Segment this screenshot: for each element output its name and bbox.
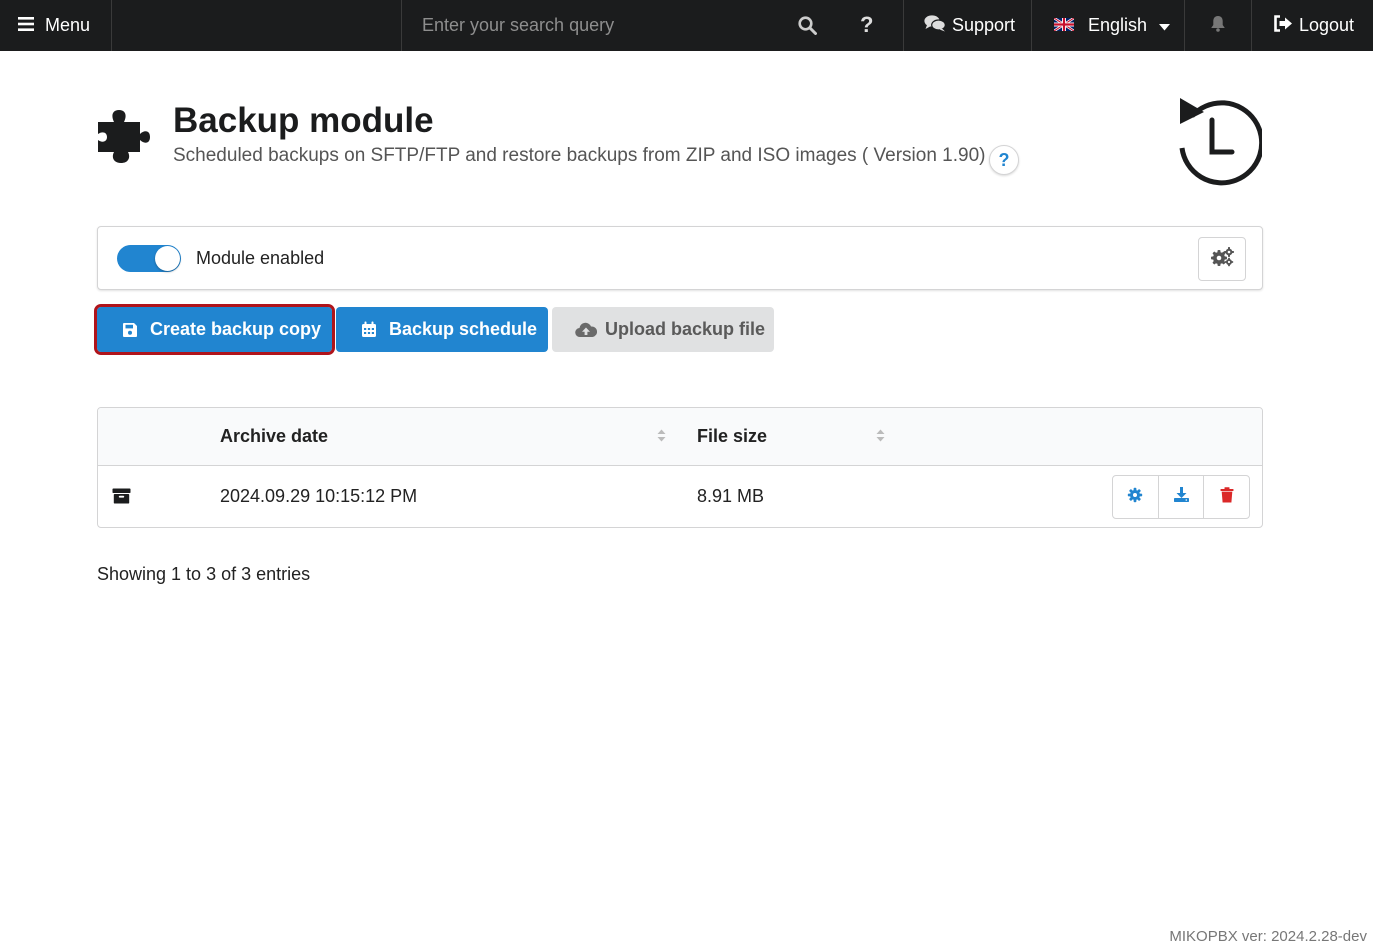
save-icon bbox=[122, 322, 138, 338]
support-label: Support bbox=[952, 15, 1016, 35]
module-enabled-toggle[interactable] bbox=[117, 245, 181, 272]
create-backup-button[interactable]: Create backup copy bbox=[94, 304, 335, 355]
caret-down-icon bbox=[1159, 15, 1171, 36]
puzzle-icon bbox=[97, 108, 159, 169]
restore-button[interactable] bbox=[1113, 476, 1159, 518]
cogs-icon bbox=[1210, 246, 1234, 272]
sign-out-icon bbox=[1273, 14, 1293, 37]
sort-icon[interactable] bbox=[876, 429, 885, 447]
table-header: Archive date File size bbox=[98, 408, 1262, 466]
delete-button[interactable] bbox=[1204, 476, 1249, 518]
support-button[interactable]: Support bbox=[904, 0, 1032, 51]
logout-button[interactable]: Logout bbox=[1252, 0, 1373, 51]
row-actions bbox=[1112, 475, 1250, 519]
entries-info: Showing 1 to 3 of 3 entries bbox=[97, 564, 311, 584]
cog-icon bbox=[1127, 487, 1143, 508]
flag-uk-icon bbox=[1053, 15, 1075, 36]
search-icon[interactable] bbox=[798, 16, 817, 40]
backup-schedule-label: Backup schedule bbox=[389, 319, 538, 339]
create-backup-label: Create backup copy bbox=[150, 319, 322, 339]
notifications-button[interactable] bbox=[1185, 0, 1252, 51]
download-icon bbox=[1173, 486, 1190, 508]
cloud-upload-icon bbox=[575, 322, 597, 338]
archive-date-cell: 2024.09.29 10:15:12 PM bbox=[220, 486, 418, 506]
comments-icon bbox=[924, 14, 946, 37]
menu-button[interactable]: Menu bbox=[0, 0, 112, 51]
page-title: Backup module bbox=[173, 101, 434, 140]
file-size-cell: 8.91 MB bbox=[697, 486, 765, 506]
language-dropdown[interactable]: English bbox=[1032, 0, 1185, 51]
download-button[interactable] bbox=[1159, 476, 1205, 518]
page-subtitle: Scheduled backups on SFTP/FTP and restor… bbox=[173, 145, 986, 166]
column-file-size[interactable]: File size bbox=[697, 426, 767, 447]
topbar-spacer bbox=[112, 0, 402, 51]
search-area: ? bbox=[402, 0, 904, 51]
question-icon[interactable]: ? bbox=[860, 12, 873, 38]
module-status-segment: Module enabled bbox=[97, 226, 1263, 290]
backups-table: Archive date File size 2024.09.29 10:15:… bbox=[97, 407, 1263, 528]
calendar-icon bbox=[361, 321, 377, 338]
module-help-button[interactable]: ? bbox=[989, 145, 1019, 175]
bell-icon bbox=[1210, 15, 1226, 37]
upload-backup-button[interactable]: Upload backup file bbox=[552, 307, 774, 352]
upload-backup-label: Upload backup file bbox=[605, 319, 766, 339]
search-input[interactable] bbox=[422, 15, 772, 36]
table-row: 2024.09.29 10:15:12 PM 8.91 MB bbox=[98, 466, 1262, 527]
trash-icon bbox=[1220, 486, 1234, 508]
backup-schedule-button[interactable]: Backup schedule bbox=[336, 307, 548, 352]
sort-icon[interactable] bbox=[657, 429, 666, 447]
bars-icon bbox=[18, 15, 34, 36]
column-archive-date[interactable]: Archive date bbox=[220, 426, 328, 447]
top-menu-bar: Menu ? Support English Logout bbox=[0, 0, 1373, 51]
module-settings-button[interactable] bbox=[1198, 237, 1246, 281]
version-label: MIKOPBX ver: 2024.2.28-dev bbox=[1169, 928, 1367, 945]
history-icon bbox=[1166, 94, 1265, 197]
language-label: English bbox=[1088, 15, 1148, 35]
module-enabled-label: Module enabled bbox=[196, 248, 325, 268]
archive-icon bbox=[112, 488, 131, 509]
menu-label: Menu bbox=[45, 15, 91, 35]
toggle-knob bbox=[155, 246, 180, 271]
logout-label: Logout bbox=[1299, 15, 1355, 35]
